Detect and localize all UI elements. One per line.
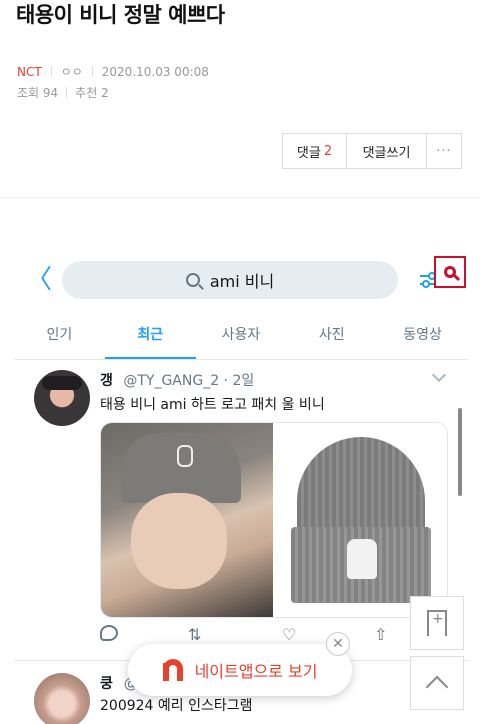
tab-videos: 동영상 <box>403 327 442 343</box>
scroll-top-button[interactable] <box>410 656 464 710</box>
bookmark-button[interactable] <box>410 596 464 650</box>
board-name[interactable]: NCT <box>17 65 42 79</box>
twitter-tabs: 인기 최근 사용자 사진 동영상 <box>14 318 468 360</box>
twitter-search-bar: ami 비니 <box>62 261 398 299</box>
reply-icon <box>100 625 118 641</box>
tweet-text: 태용 비니 ami 하트 로고 패치 울 비니 <box>100 397 325 413</box>
open-in-app-button[interactable]: 네이트앱으로 보기 <box>128 644 352 696</box>
tweet-text: 200924 예리 인스타그램 <box>100 698 253 714</box>
post-title: 태용이 비니 정말 예쁘다 <box>16 3 225 27</box>
meta-divider <box>66 87 68 98</box>
bookmark-add-icon <box>427 610 447 636</box>
nate-logo-icon <box>162 659 185 681</box>
like-icon: ♡ <box>282 625 297 644</box>
tweet-media <box>100 422 448 618</box>
search-icon <box>185 273 200 287</box>
heart-logo-icon <box>347 539 377 579</box>
chevron-down-icon <box>431 367 447 383</box>
comments-button[interactable]: 댓글 2 <box>283 134 347 168</box>
arrow-up-icon <box>425 675 449 699</box>
beanie-crown <box>297 437 425 533</box>
scrollbar <box>458 408 462 496</box>
tweet-photo-selfie <box>101 423 273 617</box>
meta-divider <box>91 66 93 77</box>
retweet-icon: ⇅ <box>188 625 202 644</box>
post-meta: NCT ㅇㅇ 2020.10.03 00:08 <box>17 63 209 80</box>
heart-logo-icon <box>177 445 193 467</box>
post-stats: 조회 94 추천 2 <box>17 84 109 101</box>
share-icon: ⇧ <box>374 625 388 644</box>
avatar <box>34 673 90 724</box>
write-comment-button[interactable]: 댓글쓰기 <box>347 134 427 168</box>
face-shape <box>131 493 227 589</box>
comments-count: 2 <box>323 143 333 159</box>
tab-latest: 최근 <box>104 318 196 359</box>
tab-photos: 사진 <box>318 327 345 343</box>
tweet-handle-time: @TY_GANG_2 · 2일 <box>123 373 255 389</box>
comments-label: 댓글 <box>296 145 321 161</box>
content-divider <box>0 197 480 198</box>
view-count: 조회 94 <box>17 86 59 100</box>
tab-people: 사용자 <box>221 327 261 343</box>
avatar <box>34 370 90 426</box>
back-arrow-icon: 〈 <box>26 265 53 295</box>
open-in-app-label: 네이트앱으로 보기 <box>194 662 318 681</box>
magnifier-icon <box>444 266 456 278</box>
tweet-item: 갱 @TY_GANG_2 · 2일 태용 비니 ami 하트 로고 패치 울 비… <box>14 360 468 660</box>
tweet-header: 갱 @TY_GANG_2 · 2일 <box>100 370 254 390</box>
tweet-author-name: 쿵 <box>100 676 113 692</box>
post-datetime: 2020.10.03 00:08 <box>101 64 209 79</box>
close-icon[interactable]: ✕ <box>326 632 350 656</box>
search-query: ami 비니 <box>209 272 275 291</box>
tweet-author-name: 갱 <box>100 373 113 389</box>
meta-divider <box>50 66 52 77</box>
author-name: ㅇㅇ <box>60 65 83 79</box>
image-search-icon[interactable] <box>434 256 466 288</box>
post-action-buttons: 댓글 2 댓글쓰기 ··· <box>282 133 462 169</box>
recommend-count: 추천 2 <box>75 86 109 100</box>
more-button[interactable]: ··· <box>427 134 461 168</box>
tweet-photo-beanie <box>273 423 447 617</box>
tab-popular: 인기 <box>46 327 73 343</box>
